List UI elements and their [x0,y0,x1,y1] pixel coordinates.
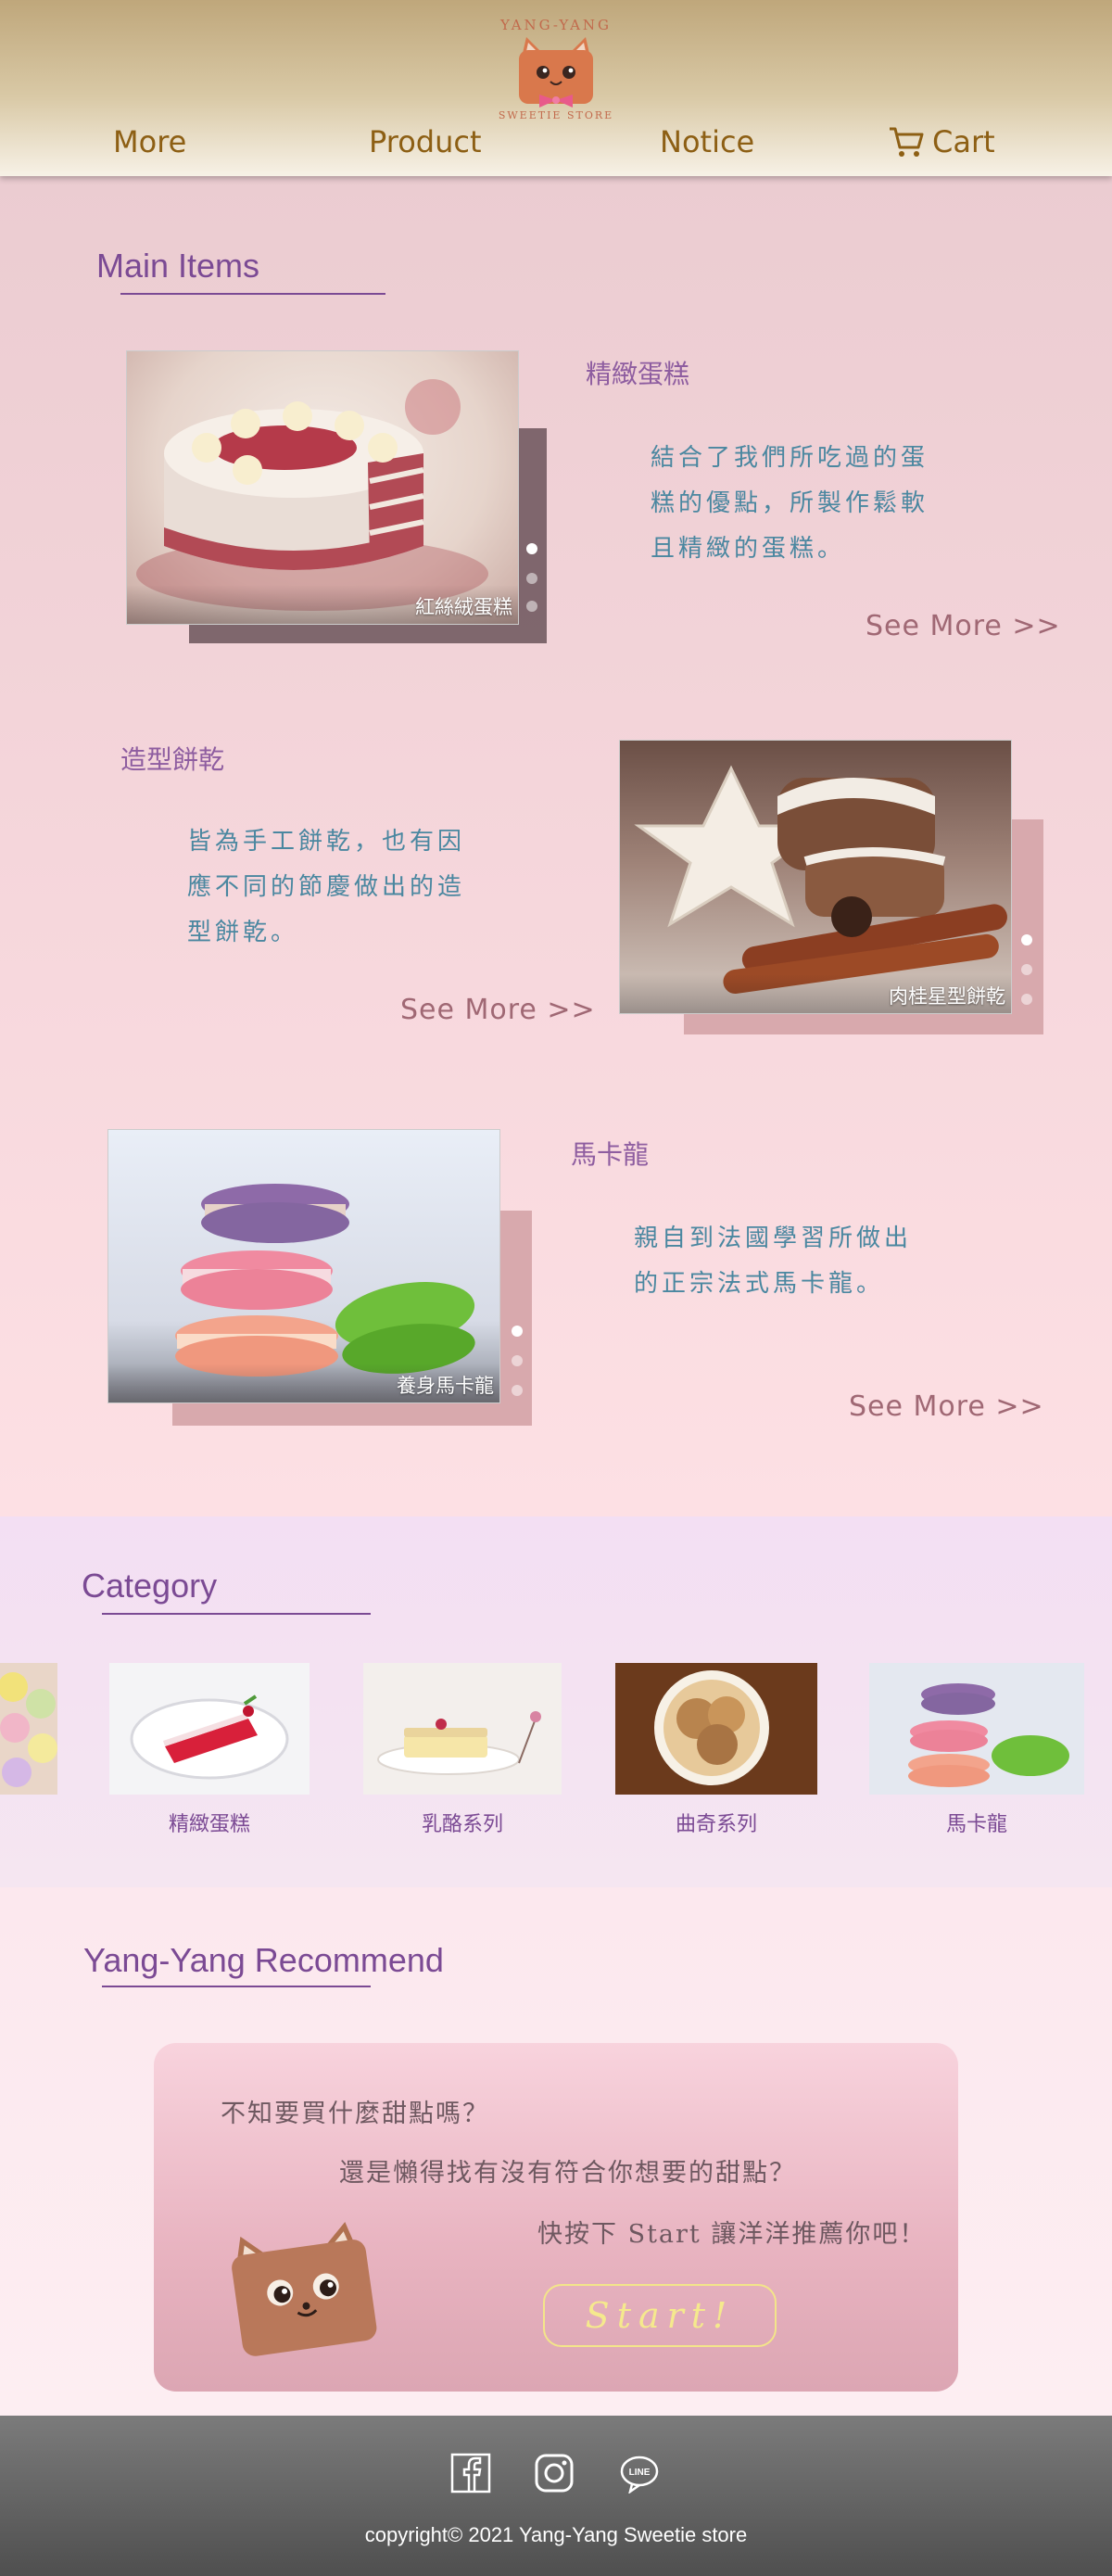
macaron-description: 親自到法國學習所做出 的正宗法式馬卡龍。 [634,1216,912,1307]
category-card-macarons[interactable]: 馬卡龍 [869,1663,1084,1839]
cake-desc-line: 糕的優點，所製作鬆軟 [651,489,929,517]
store-logo[interactable]: YANG-YANG SWEETIE STORE [489,17,623,135]
cake-see-more-link[interactable]: See More >> [866,610,1061,642]
category-card-cookies[interactable]: 曲奇系列 [615,1663,817,1839]
macaron-category-image [869,1663,1084,1795]
nav-more[interactable]: More [113,124,186,159]
main-items-title-underline [120,293,385,295]
macaron-slide-dot-2[interactable] [512,1355,523,1366]
macaron-slide-dot-1[interactable] [512,1326,523,1337]
nav-cart[interactable]: Cart [888,124,995,159]
cheesecake-image [363,1663,562,1795]
recommend-line-1: 不知要買什麼甜點嗎？ [221,2100,489,2128]
main-items-title: Main Items [96,247,260,285]
copyright-text: copyright© 2021 Yang-Yang Sweetie store [364,2523,748,2546]
macaron-caption: 養身馬卡龍 [397,1376,494,1397]
category-label-cheese: 乳酪系列 [421,1812,503,1835]
recommend-section: Yang-Yang Recommend 不知要買什麼甜點嗎？ 還是懶得找有沒有符… [0,1887,1112,2416]
cake-plate-image [109,1663,310,1795]
category-title-underline [102,1613,371,1615]
cookie-desc-line: 型餅乾。 [187,919,299,946]
candy-hearts-image [0,1663,57,1795]
cat-mascot-icon [232,2221,377,2356]
macaron-photo[interactable]: 養身馬卡龍 [107,1129,500,1403]
cake-slide-dot-3[interactable] [526,601,537,612]
cinnamon-star-cookie-image [634,765,1007,995]
cookie-description: 皆為手工餅乾，也有因 應不同的節慶做出的造 型餅乾。 [187,819,465,956]
cookie-photo[interactable]: 肉桂星型餅乾 [619,740,1012,1014]
cake-description: 結合了我們所吃過的蛋 糕的優點，所製作鬆軟 且精緻的蛋糕。 [651,436,929,572]
cookie-see-more-link[interactable]: See More >> [400,994,596,1026]
nav-product[interactable]: Product [369,124,482,159]
cookie-title: 造型餅乾 [120,744,225,775]
category-card-cheese[interactable]: 乳酪系列 [363,1663,562,1839]
cake-desc-line: 且精緻的蛋糕。 [651,535,846,563]
cookie-caption: 肉桂星型餅乾 [889,986,1005,1008]
cake-slide-dot-2[interactable] [526,573,537,584]
site-footer: LINE copyright© 2021 Yang-Yang Sweetie s… [0,2416,1112,2576]
cake-desc-line: 結合了我們所吃過的蛋 [651,444,929,472]
logo-top-text: YANG-YANG [499,17,613,33]
cake-photo[interactable]: 紅絲絨蛋糕 [126,350,519,625]
site-header: YANG-YANG SWEETIE STORE More Product Not… [0,0,1112,176]
category-label-macarons: 馬卡龍 [945,1812,1007,1835]
cake-slide-dot-1[interactable] [526,543,537,554]
macaron-desc-line: 親自到法國學習所做出 [634,1225,913,1252]
cake-title: 精緻蛋糕 [586,359,690,389]
recommend-card: 不知要買什麼甜點嗎？ 還是懶得找有沒有符合你想要的甜點？ 快按下 Start 讓… [154,2043,958,2392]
category-card-partial[interactable] [0,1663,57,1795]
nav-cart-label: Cart [932,124,995,159]
cookie-desc-line: 皆為手工餅乾，也有因 [187,828,466,856]
facebook-icon[interactable] [450,2453,491,2494]
nav-notice[interactable]: Notice [660,124,754,159]
cat-logo-icon [519,37,593,108]
category-section: Category 精緻蛋糕 乳酪系列 曲奇系列 馬卡龍 [0,1516,1112,1887]
macaron-title: 馬卡龍 [571,1139,650,1170]
category-title: Category [82,1567,218,1605]
category-card-cakes[interactable]: 精緻蛋糕 [109,1663,310,1839]
cookie-desc-line: 應不同的節慶做出的造 [187,873,466,901]
recommend-title-underline [102,1986,371,1987]
recommend-line-3: 快按下 Start 讓洋洋推薦你吧！ [537,2220,927,2249]
svg-text:LINE: LINE [629,2468,651,2478]
category-label-cakes: 精緻蛋糕 [168,1812,250,1835]
cookie-slide-dot-2[interactable] [1021,964,1032,975]
line-icon[interactable]: LINE [619,2453,660,2494]
start-button[interactable]: Start! [543,2284,777,2347]
cookie-slide-dot-1[interactable] [1021,934,1032,945]
cookie-slide-dot-3[interactable] [1021,994,1032,1005]
macaron-slide-dot-3[interactable] [512,1385,523,1396]
category-label-cookies: 曲奇系列 [675,1812,757,1835]
cookie-bowl-image [615,1663,817,1795]
macaron-stack-image [175,1184,475,1377]
main-items-section: Main Items 紅絲絨蛋糕 精緻蛋糕 結合了我們所吃過的蛋 糕的優點，所製… [0,176,1112,1516]
macaron-see-more-link[interactable]: See More >> [849,1390,1044,1423]
recommend-title: Yang-Yang Recommend [83,1941,444,1979]
logo-bottom-text: SWEETIE STORE [498,109,614,121]
cart-icon [890,127,924,157]
macaron-desc-line: 的正宗法式馬卡龍。 [634,1270,885,1298]
instagram-icon[interactable] [534,2453,575,2494]
red-velvet-cake-image [136,379,488,611]
recommend-line-2: 還是懶得找有沒有符合你想要的甜點？ [339,2159,796,2188]
cake-caption: 紅絲絨蛋糕 [415,597,512,618]
